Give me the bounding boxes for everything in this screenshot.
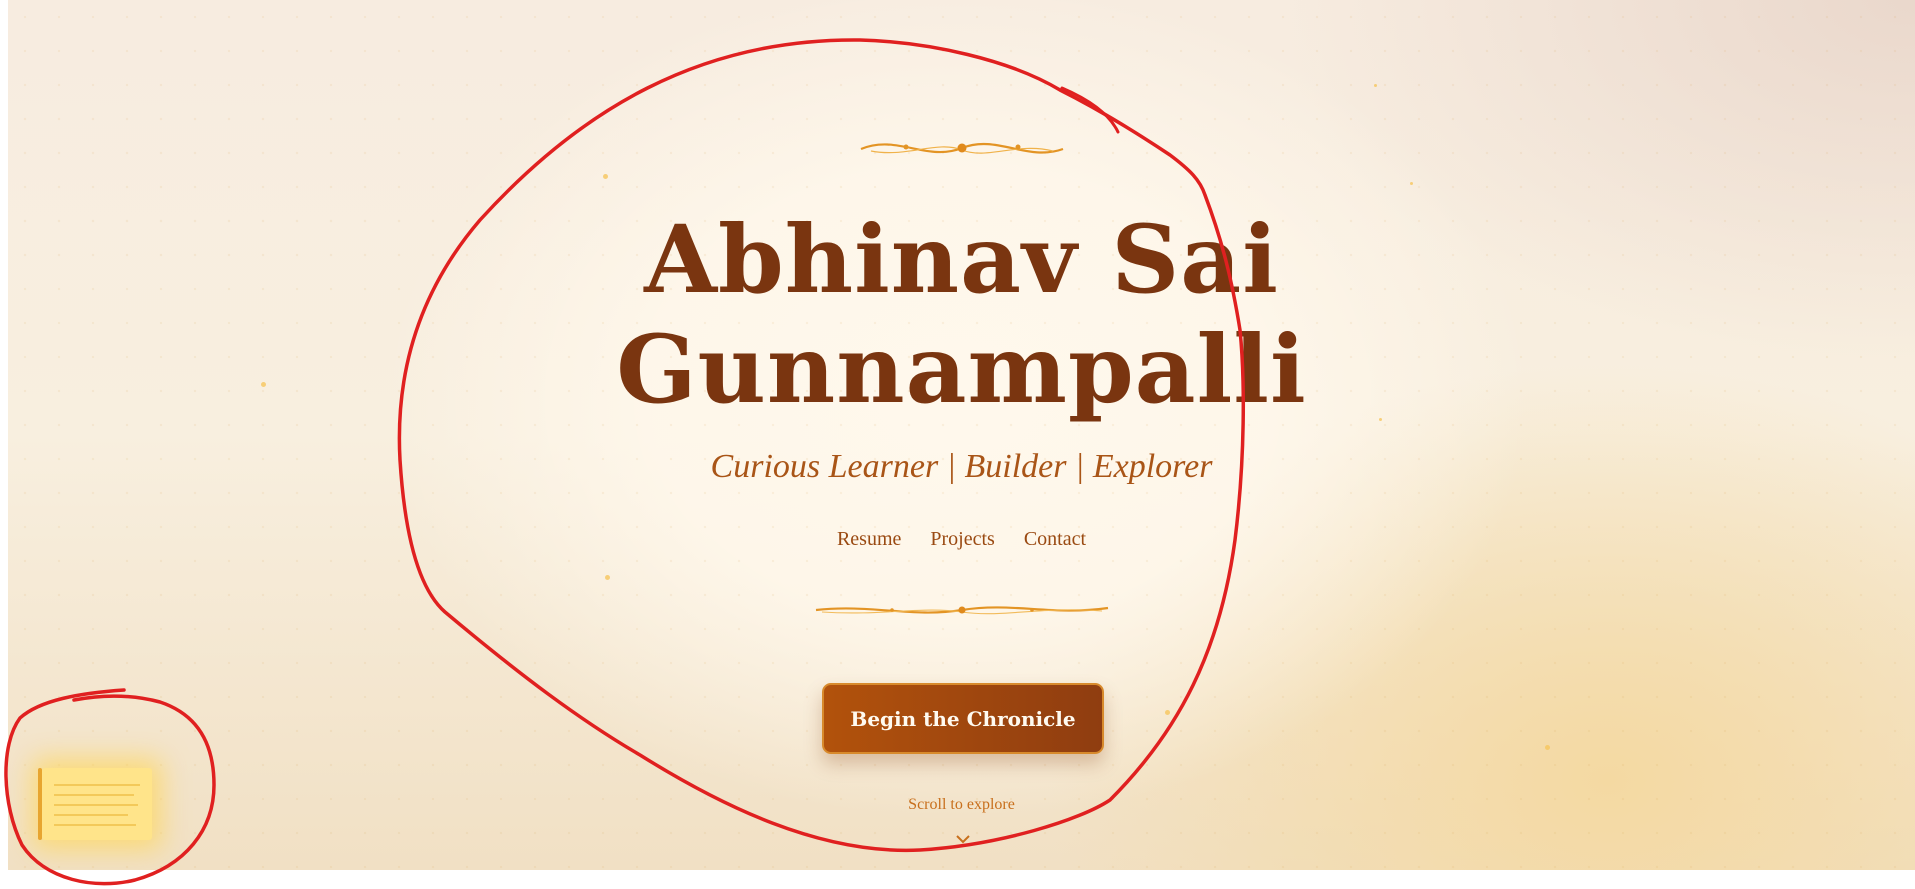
tagline: Curious Learner | Builder | Explorer <box>710 448 1213 485</box>
scroll-line <box>54 804 138 806</box>
title-line-2: Gunnampalli <box>616 315 1307 425</box>
primary-nav: Resume Projects Contact <box>8 528 1915 551</box>
scroll-rod <box>38 768 42 840</box>
title-line-1: Abhinav Sai <box>644 205 1279 315</box>
sparkle <box>1374 84 1377 87</box>
page-title: Abhinav Sai Gunnampalli <box>8 205 1915 425</box>
begin-chronicle-button[interactable]: Begin the Chronicle <box>822 683 1104 754</box>
sparkle <box>603 174 608 179</box>
nav-link-resume[interactable]: Resume <box>837 528 901 550</box>
parchment-scroll-icon[interactable] <box>38 768 152 840</box>
hero-section: Abhinav Sai Gunnampalli Curious Learner … <box>8 0 1915 870</box>
flourish-divider-icon <box>815 606 1108 615</box>
sparkle <box>1165 710 1170 715</box>
sparkle <box>1410 182 1413 185</box>
sparkle <box>605 575 610 580</box>
scroll-hint: Scroll to explore <box>908 796 1015 813</box>
sparkle <box>1545 745 1550 750</box>
scroll-line <box>54 794 134 796</box>
flourish-divider-icon <box>860 142 1063 154</box>
scroll-line <box>54 824 136 826</box>
chevron-down-icon[interactable] <box>955 833 971 845</box>
scroll-line <box>54 784 140 786</box>
nav-link-contact[interactable]: Contact <box>1024 528 1086 550</box>
nav-link-projects[interactable]: Projects <box>930 528 994 550</box>
scroll-line <box>54 814 128 816</box>
